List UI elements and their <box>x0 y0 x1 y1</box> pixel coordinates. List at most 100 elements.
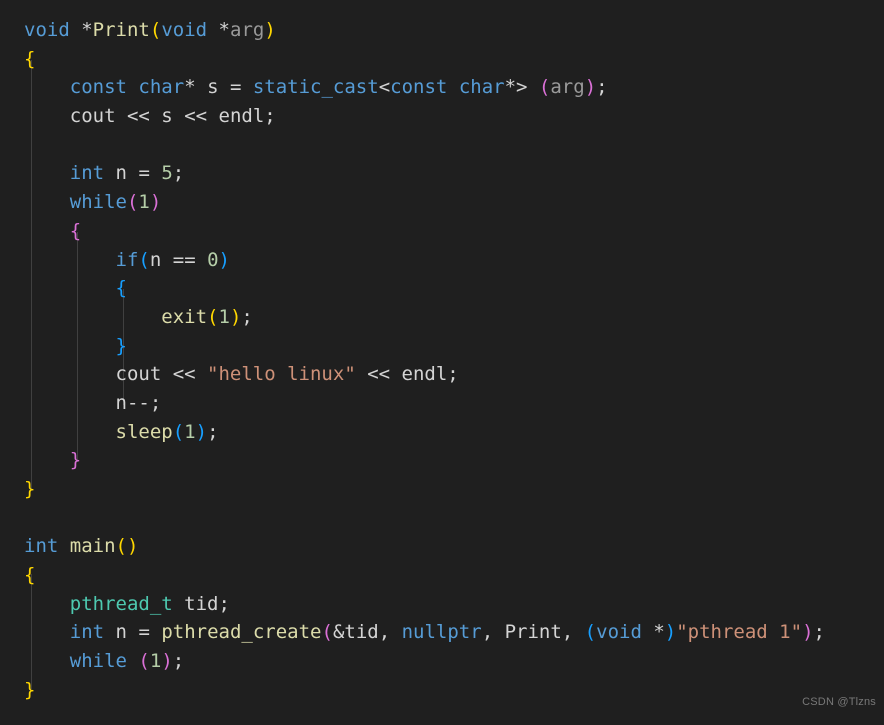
code-line[interactable]: } <box>0 446 884 475</box>
code-token: int <box>69 162 105 185</box>
code-token: --; <box>126 391 162 414</box>
code-line[interactable]: cout << s << endl; <box>0 102 884 131</box>
code-token: } <box>24 478 36 500</box>
code-line[interactable]: pthread_t tid; <box>0 590 884 619</box>
code-line[interactable]: { <box>0 45 884 74</box>
code-token: { <box>24 47 36 70</box>
code-line[interactable]: n--; <box>0 389 884 418</box>
code-token: main <box>69 535 116 558</box>
code-token: ( <box>115 535 127 558</box>
code-line[interactable]: cout << "hello linux" << endl; <box>0 360 884 389</box>
code-token: s <box>207 76 219 99</box>
code-token: static_cast <box>252 76 379 99</box>
code-token: ; <box>172 162 185 185</box>
code-line[interactable]: while (1); <box>0 647 884 676</box>
code-token: , <box>378 621 402 644</box>
code-token: = <box>127 162 162 185</box>
code-token: ) <box>161 650 173 673</box>
code-token: const <box>69 76 127 99</box>
code-token: , <box>481 621 505 644</box>
code-token: ( <box>138 650 150 673</box>
code-token: char <box>138 76 185 99</box>
code-token: ) <box>195 420 208 443</box>
code-line[interactable]: int n = pthread_create(&tid, nullptr, Pr… <box>0 618 884 647</box>
code-token: < <box>378 76 391 99</box>
code-token: arg <box>550 76 585 99</box>
code-token: & <box>332 621 345 644</box>
code-token: ( <box>172 420 185 443</box>
code-line[interactable]: sleep(1); <box>0 418 884 447</box>
code-token: * <box>641 621 665 644</box>
code-token: << <box>161 363 208 386</box>
code-line[interactable]: exit(1); <box>0 303 884 332</box>
code-token: const <box>390 76 448 99</box>
code-token: ; <box>264 105 276 128</box>
code-token: s <box>161 105 173 128</box>
code-token: 1 <box>138 191 150 214</box>
code-token: 1 <box>184 420 196 443</box>
code-line[interactable]: { <box>0 274 884 303</box>
code-token: ) <box>664 621 677 644</box>
code-line[interactable]: int main() <box>0 532 884 561</box>
code-line[interactable]: } <box>0 676 884 705</box>
code-token: pthread_t <box>69 592 173 615</box>
code-token: Print <box>92 19 150 41</box>
code-token: char <box>458 76 505 99</box>
code-token: } <box>115 334 127 357</box>
code-line[interactable]: const char* s = static_cast<const char*>… <box>0 73 884 102</box>
code-token: ) <box>584 76 597 99</box>
code-token: ; <box>813 621 825 644</box>
code-editor[interactable]: void *Print(void *arg){ const char* s = … <box>0 0 884 725</box>
code-token: << <box>355 363 402 386</box>
code-token: * <box>218 19 230 41</box>
code-token: ) <box>264 19 276 41</box>
code-token: 1 <box>149 650 162 673</box>
code-token: { <box>24 564 36 587</box>
code-token: ( <box>207 305 219 328</box>
code-token: ; <box>447 363 459 386</box>
code-token: ) <box>218 248 230 271</box>
code-token: "pthread 1" <box>676 621 803 644</box>
code-token: ( <box>584 621 597 644</box>
code-line[interactable]: void *Print(void *arg) <box>0 16 884 45</box>
code-token: cout <box>115 363 162 386</box>
code-line[interactable]: } <box>0 475 884 504</box>
code-line[interactable]: } <box>0 332 884 361</box>
code-line[interactable]: if(n == 0) <box>0 246 884 275</box>
code-token: ; <box>596 76 608 99</box>
code-token: = <box>218 76 253 99</box>
code-token: ( <box>138 248 150 271</box>
code-token: pthread_create <box>161 621 322 644</box>
code-token: void <box>596 621 642 644</box>
code-line[interactable]: { <box>0 561 884 590</box>
code-line[interactable]: { <box>0 217 884 246</box>
code-token: } <box>24 678 36 701</box>
code-line[interactable]: int n = 5; <box>0 159 884 188</box>
code-token: n <box>115 621 127 644</box>
code-token: ) <box>127 535 139 558</box>
code-content[interactable]: void *Print(void *arg){ const char* s = … <box>0 16 884 705</box>
code-token: ; <box>207 420 219 443</box>
code-token: , <box>561 621 585 644</box>
code-token: << <box>115 105 162 128</box>
code-line[interactable] <box>0 504 884 533</box>
code-token: 5 <box>161 162 173 185</box>
code-line[interactable] <box>0 131 884 160</box>
code-token: tid <box>184 592 219 615</box>
code-token: int <box>69 621 105 644</box>
code-line[interactable]: while(1) <box>0 188 884 217</box>
code-token: * <box>184 76 208 99</box>
code-token: ; <box>172 650 185 673</box>
code-token: ) <box>229 305 242 328</box>
